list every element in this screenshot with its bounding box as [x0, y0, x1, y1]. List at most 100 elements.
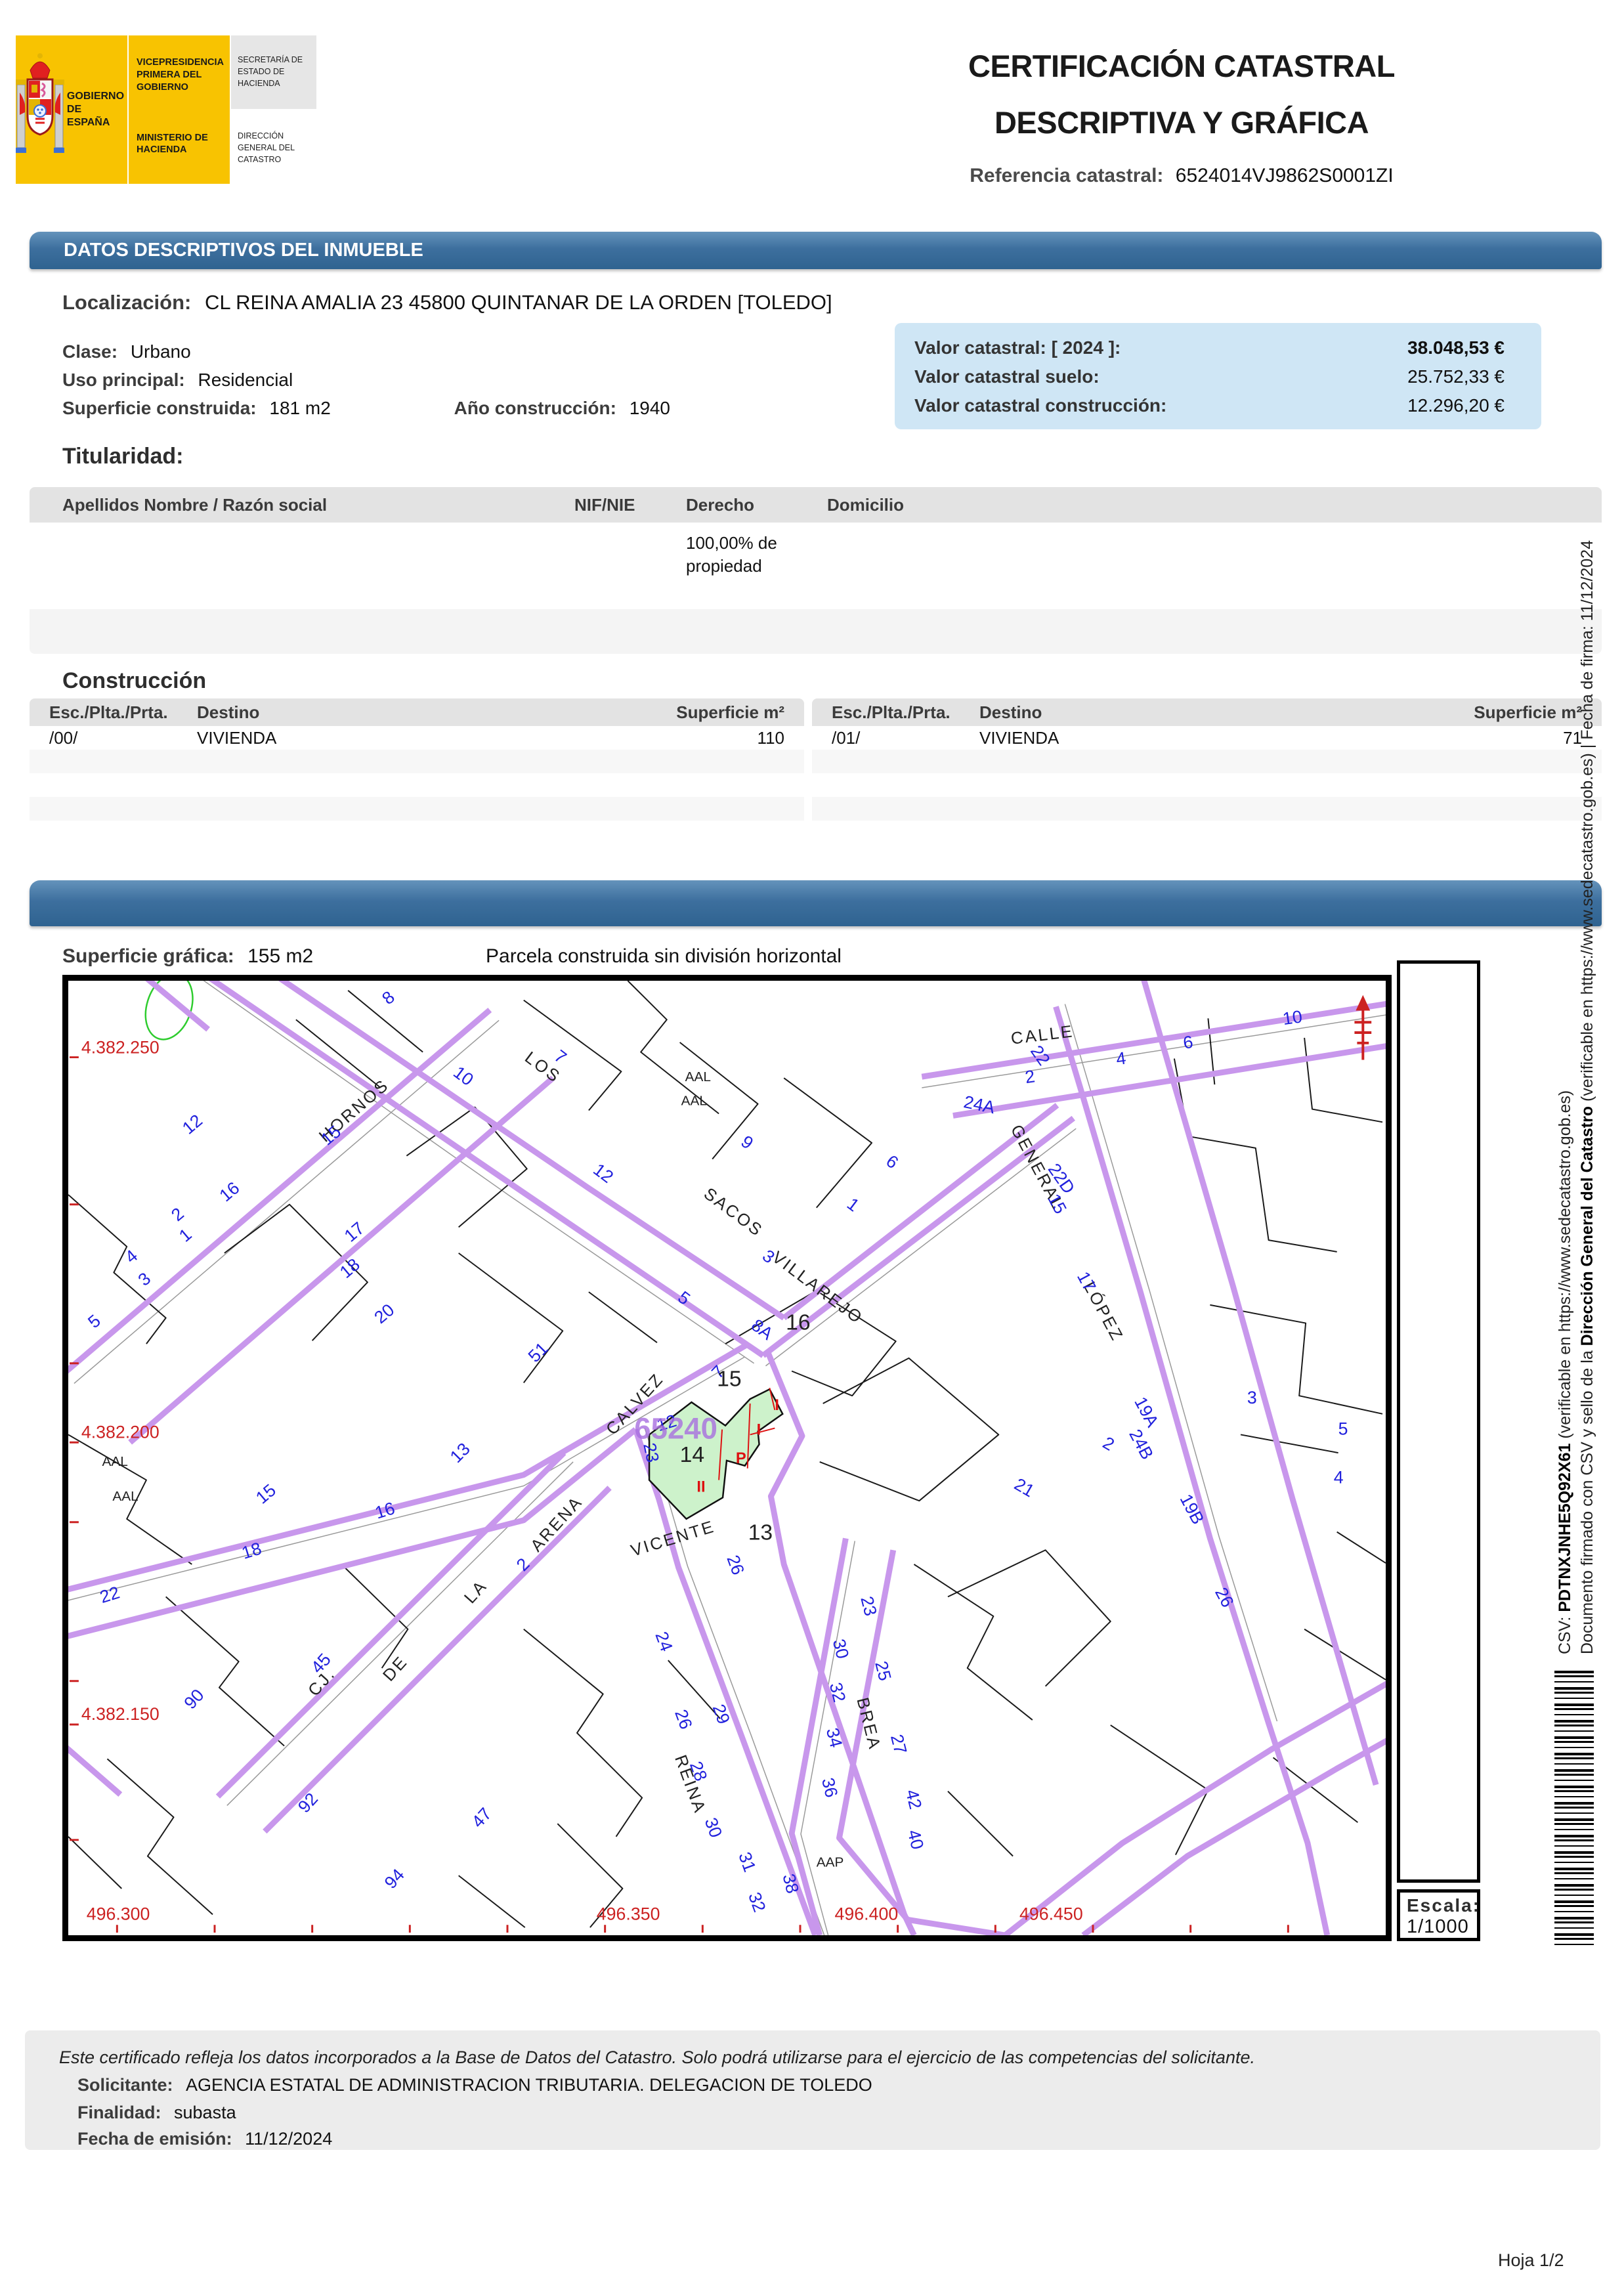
house-number: 31 — [735, 1849, 759, 1874]
legend-row-3: 496.450 Coordenadas U.T.M. Huso 30 ETRS8… — [1397, 967, 1400, 1878]
street-name: LA — [461, 1577, 491, 1607]
cell-nif — [574, 523, 686, 609]
house-number: 13 — [446, 1439, 474, 1467]
aux-label: AAL — [685, 1069, 711, 1084]
house-number: 9 — [737, 1132, 757, 1153]
house-number: 40 — [904, 1828, 928, 1851]
house-number: 5 — [84, 1311, 104, 1332]
barcode — [1554, 1671, 1594, 1946]
referencia-value: 6524014VJ9862S0001ZI — [1176, 165, 1394, 186]
anio-value: 1940 — [630, 398, 670, 418]
escala-label: Escala: — [1407, 1895, 1477, 1916]
house-number: 2 — [1024, 1066, 1036, 1087]
uso-label: Uso principal: — [62, 370, 185, 390]
construccion-row: /00/ VIVIENDA 110 — [30, 726, 804, 750]
house-number: 19A — [1130, 1394, 1163, 1430]
house-number: 94 — [381, 1865, 408, 1893]
document-title: CERTIFICACIÓN CATASTRAL DESCRIPTIVA Y GR… — [834, 38, 1529, 187]
street-name: SACOS — [700, 1184, 767, 1240]
aux-label: AAL — [102, 1454, 128, 1469]
house-number: 20 — [370, 1300, 398, 1327]
house-number: 4 — [121, 1246, 142, 1268]
house-number: 26 — [671, 1707, 696, 1732]
map-legend-content: Límite de manzana Límite de parcela Hidr… — [1397, 967, 1404, 1878]
house-number: 32 — [744, 1890, 769, 1915]
house-number: 8A — [748, 1315, 777, 1344]
cell-destino: VIVIENDA — [197, 728, 647, 748]
valor-construccion-label: Valor catastral construcción: — [914, 391, 1166, 420]
construccion-row-empty — [812, 750, 1602, 773]
uso-value: Residencial — [198, 370, 293, 390]
house-number: 16 — [215, 1178, 243, 1205]
cadastral-certificate-page: GOBIERNO DE ESPAÑA VICEPRESIDENCIA PRIME… — [0, 0, 1624, 2293]
construccion-heading: Construcción — [62, 668, 206, 694]
superficie-grafica-row: Superficie gráfica: 155 m2 — [62, 945, 313, 968]
construction-mark: P — [736, 1450, 746, 1467]
ministerio-label: MINISTERIO DE HACIENDA — [129, 94, 230, 157]
localizacion-value: CL REINA AMALIA 23 45800 QUINTANAR DE LA… — [205, 291, 832, 314]
signature-note-pre: Documento firmado con CSV y sello de la — [1578, 1346, 1596, 1654]
construccion-row-empty — [812, 797, 1602, 821]
fecha-emision-row: Fecha de emisión: 11/12/2024 — [77, 2129, 332, 2149]
house-number: 30 — [701, 1815, 726, 1840]
construccion-table-left: Esc./Plta./Prta. Destino Superficie m² /… — [30, 698, 804, 844]
csv-label: CSV: — [1556, 1612, 1574, 1654]
house-number: 30 — [829, 1637, 853, 1661]
house-number: 2 — [167, 1204, 188, 1225]
house-number: 36 — [818, 1776, 842, 1799]
construction-mark: I — [757, 1421, 761, 1438]
street-limit-lines — [1056, 981, 1377, 1935]
localizacion-row: Localización: CL REINA AMALIA 23 45800 Q… — [62, 291, 832, 314]
house-number: 51 — [524, 1339, 552, 1366]
titularidad-heading: Titularidad: — [62, 444, 184, 469]
house-number: 1 — [844, 1194, 863, 1216]
section-bar-datos: DATOS DESCRIPTIVOS DEL INMUEBLE — [30, 232, 1602, 269]
street-limit-lines — [68, 1345, 914, 1935]
utm-coordinate: 4.382.200 — [81, 1422, 160, 1442]
col-destino: Destino — [197, 702, 647, 723]
house-number: 10 — [450, 1062, 477, 1090]
house-number: 90 — [180, 1685, 207, 1713]
house-number: 2 — [1100, 1432, 1118, 1454]
cell-destino: VIVIENDA — [979, 728, 1444, 748]
construccion-table-right: Esc./Plta./Prta. Destino Superficie m² /… — [812, 698, 1602, 844]
house-number: 3 — [1247, 1388, 1257, 1407]
house-number: 26 — [723, 1553, 748, 1577]
superficie-grafica-value: 155 m2 — [247, 945, 313, 967]
house-number: 4 — [1334, 1468, 1344, 1488]
utm-coordinate: 496.300 — [87, 1904, 150, 1923]
clase-row: Clase: Urbano — [62, 341, 191, 362]
referencia-catastral: Referencia catastral: 6524014VJ9862S0001… — [834, 165, 1529, 187]
signature-note-org: Dirección General del Catastro — [1578, 1106, 1596, 1346]
cell-derecho: 100,00% de propiedad — [686, 523, 791, 609]
house-number: 12 — [589, 1159, 617, 1187]
direccion-label: DIRECCIÓN GENERAL DEL CATASTRO — [231, 112, 316, 184]
cell-nombre — [30, 523, 574, 609]
escala-box: Escala: 1/1000 — [1397, 1889, 1480, 1941]
aux-label: AAL — [112, 1489, 138, 1504]
utm-coords-note: 496.450 Coordenadas U.T.M. Huso 30 ETRS8… — [1397, 1601, 1400, 1878]
cell-superficie: 110 — [647, 728, 804, 748]
superficie-construida-label: Superficie construida: — [62, 398, 257, 418]
titularidad-table: Apellidos Nombre / Razón social NIF/NIE … — [30, 487, 1602, 654]
subject-parcel — [649, 1389, 782, 1519]
house-number: 47 — [468, 1804, 496, 1832]
superficie-row: Superficie construida: 181 m2 Año constr… — [62, 398, 670, 419]
csv-post: (verificable en https://www.sedecatastro… — [1556, 1090, 1574, 1444]
cell-esc: /01/ — [812, 728, 979, 748]
signature-note: Documento firmado con CSV y sello de la … — [1578, 540, 1597, 1654]
parcela-nota: Parcela construida sin división horizont… — [486, 945, 842, 968]
valor-year: [ 2024 ]: — [1052, 337, 1121, 358]
spain-coat-of-arms-icon — [16, 51, 64, 169]
house-number: 3 — [135, 1268, 155, 1289]
uso-row: Uso principal: Residencial — [62, 370, 293, 391]
valor-suelo-value: 25.752,33 € — [1407, 362, 1505, 391]
house-number: 12 — [179, 1111, 206, 1138]
valor-suelo-label: Valor catastral suelo: — [914, 362, 1100, 391]
col-nif: NIF/NIE — [574, 495, 686, 515]
footer-box: Este certificado refleja los datos incor… — [25, 2030, 1600, 2150]
titularidad-row: 100,00% de propiedad — [30, 523, 1602, 609]
solicitante-label: Solicitante: — [77, 2075, 173, 2095]
map-legend-strip: Límite de manzana Límite de parcela Hidr… — [1397, 960, 1480, 1883]
solicitante-value: AGENCIA ESTATAL DE ADMINISTRACION TRIBUT… — [186, 2075, 872, 2095]
